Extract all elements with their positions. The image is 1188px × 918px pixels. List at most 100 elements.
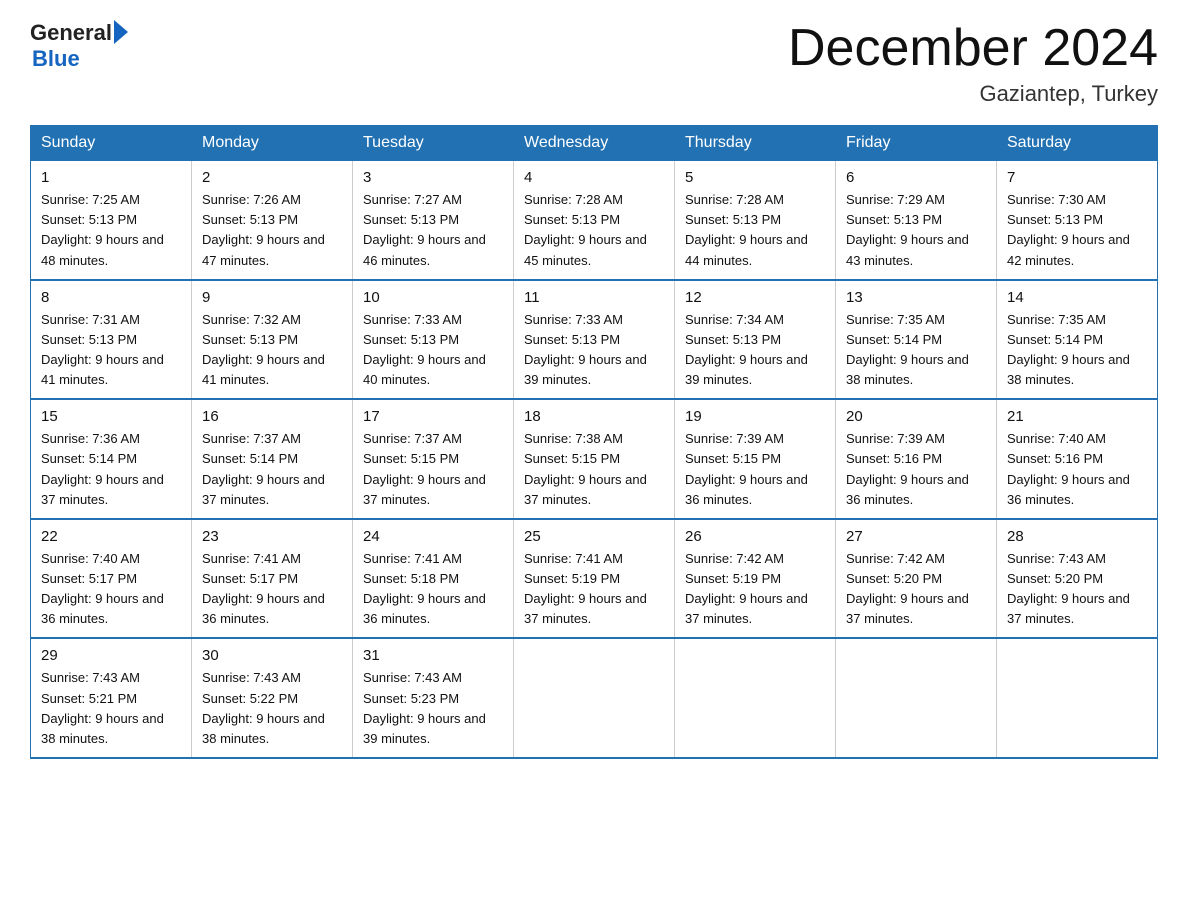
day-info: Sunrise: 7:35 AMSunset: 5:14 PMDaylight:… bbox=[1007, 310, 1147, 391]
calendar-week-row: 15Sunrise: 7:36 AMSunset: 5:14 PMDayligh… bbox=[31, 399, 1158, 519]
day-number: 24 bbox=[363, 528, 503, 545]
day-info: Sunrise: 7:40 AMSunset: 5:16 PMDaylight:… bbox=[1007, 429, 1147, 510]
calendar-cell: 21 Sunrise: 7:40 AMSunset: 5:16 PMDayligh… bbox=[997, 399, 1158, 519]
calendar-cell: 2 Sunrise: 7:26 AMSunset: 5:13 PMDaylight… bbox=[192, 161, 353, 280]
day-number: 6 bbox=[846, 169, 986, 186]
day-info: Sunrise: 7:25 AMSunset: 5:13 PMDaylight:… bbox=[41, 190, 181, 271]
day-info: Sunrise: 7:42 AMSunset: 5:19 PMDaylight:… bbox=[685, 549, 825, 630]
calendar-cell: 15Sunrise: 7:36 AMSunset: 5:14 PMDayligh… bbox=[31, 399, 192, 519]
day-number: 5 bbox=[685, 169, 825, 186]
day-number: 18 bbox=[524, 408, 664, 425]
header-saturday: Saturday bbox=[997, 126, 1158, 161]
day-number: 17 bbox=[363, 408, 503, 425]
day-number: 31 bbox=[363, 647, 503, 664]
day-number: 14 bbox=[1007, 289, 1147, 306]
day-number: 25 bbox=[524, 528, 664, 545]
calendar-cell: 6 Sunrise: 7:29 AMSunset: 5:13 PMDaylight… bbox=[836, 161, 997, 280]
day-info: Sunrise: 7:39 AMSunset: 5:16 PMDaylight:… bbox=[846, 429, 986, 510]
calendar-cell: 27Sunrise: 7:42 AMSunset: 5:20 PMDayligh… bbox=[836, 519, 997, 639]
day-number: 11 bbox=[524, 289, 664, 306]
day-number: 13 bbox=[846, 289, 986, 306]
day-number: 12 bbox=[685, 289, 825, 306]
day-number: 7 bbox=[1007, 169, 1147, 186]
header-thursday: Thursday bbox=[675, 126, 836, 161]
day-number: 9 bbox=[202, 289, 342, 306]
calendar-header-row: SundayMondayTuesdayWednesdayThursdayFrid… bbox=[31, 126, 1158, 161]
day-info: Sunrise: 7:33 AMSunset: 5:13 PMDaylight:… bbox=[524, 310, 664, 391]
day-number: 10 bbox=[363, 289, 503, 306]
day-number: 23 bbox=[202, 528, 342, 545]
calendar-cell bbox=[675, 638, 836, 758]
calendar-cell: 11 Sunrise: 7:33 AMSunset: 5:13 PMDayligh… bbox=[514, 280, 675, 400]
calendar-cell: 14 Sunrise: 7:35 AMSunset: 5:14 PMDayligh… bbox=[997, 280, 1158, 400]
day-info: Sunrise: 7:43 AMSunset: 5:20 PMDaylight:… bbox=[1007, 549, 1147, 630]
title-block: December 2024 Gaziantep, Turkey bbox=[788, 20, 1158, 107]
day-info: Sunrise: 7:31 AMSunset: 5:13 PMDaylight:… bbox=[41, 310, 181, 391]
header-sunday: Sunday bbox=[31, 126, 192, 161]
day-info: Sunrise: 7:33 AMSunset: 5:13 PMDaylight:… bbox=[363, 310, 503, 391]
calendar-cell: 7 Sunrise: 7:30 AMSunset: 5:13 PMDaylight… bbox=[997, 161, 1158, 280]
calendar-cell: 29 Sunrise: 7:43 AMSunset: 5:21 PMDayligh… bbox=[31, 638, 192, 758]
day-info: Sunrise: 7:34 AMSunset: 5:13 PMDaylight:… bbox=[685, 310, 825, 391]
logo-blue-text: Blue bbox=[32, 46, 80, 72]
day-info: Sunrise: 7:39 AMSunset: 5:15 PMDaylight:… bbox=[685, 429, 825, 510]
calendar-cell: 25Sunrise: 7:41 AMSunset: 5:19 PMDayligh… bbox=[514, 519, 675, 639]
day-info: Sunrise: 7:32 AMSunset: 5:13 PMDaylight:… bbox=[202, 310, 342, 391]
day-number: 19 bbox=[685, 408, 825, 425]
header-friday: Friday bbox=[836, 126, 997, 161]
calendar-cell: 10 Sunrise: 7:33 AMSunset: 5:13 PMDayligh… bbox=[353, 280, 514, 400]
day-info: Sunrise: 7:30 AMSunset: 5:13 PMDaylight:… bbox=[1007, 190, 1147, 271]
day-info: Sunrise: 7:43 AMSunset: 5:23 PMDaylight:… bbox=[363, 668, 503, 749]
day-number: 21 bbox=[1007, 408, 1147, 425]
header-tuesday: Tuesday bbox=[353, 126, 514, 161]
calendar-cell: 1Sunrise: 7:25 AMSunset: 5:13 PMDaylight… bbox=[31, 161, 192, 280]
subtitle: Gaziantep, Turkey bbox=[788, 81, 1158, 107]
calendar-cell: 3 Sunrise: 7:27 AMSunset: 5:13 PMDaylight… bbox=[353, 161, 514, 280]
calendar-table: SundayMondayTuesdayWednesdayThursdayFrid… bbox=[30, 125, 1158, 759]
calendar-week-row: 8 Sunrise: 7:31 AMSunset: 5:13 PMDaylight… bbox=[31, 280, 1158, 400]
calendar-cell bbox=[514, 638, 675, 758]
day-number: 4 bbox=[524, 169, 664, 186]
day-info: Sunrise: 7:29 AMSunset: 5:13 PMDaylight:… bbox=[846, 190, 986, 271]
day-info: Sunrise: 7:37 AMSunset: 5:15 PMDaylight:… bbox=[363, 429, 503, 510]
calendar-cell: 19 Sunrise: 7:39 AMSunset: 5:15 PMDayligh… bbox=[675, 399, 836, 519]
header-wednesday: Wednesday bbox=[514, 126, 675, 161]
day-number: 20 bbox=[846, 408, 986, 425]
calendar-cell: 28Sunrise: 7:43 AMSunset: 5:20 PMDayligh… bbox=[997, 519, 1158, 639]
calendar-week-row: 1Sunrise: 7:25 AMSunset: 5:13 PMDaylight… bbox=[31, 161, 1158, 280]
calendar-cell: 9 Sunrise: 7:32 AMSunset: 5:13 PMDaylight… bbox=[192, 280, 353, 400]
calendar-cell: 23 Sunrise: 7:41 AMSunset: 5:17 PMDayligh… bbox=[192, 519, 353, 639]
main-title: December 2024 bbox=[788, 20, 1158, 77]
day-info: Sunrise: 7:38 AMSunset: 5:15 PMDaylight:… bbox=[524, 429, 664, 510]
day-number: 2 bbox=[202, 169, 342, 186]
day-info: Sunrise: 7:43 AMSunset: 5:21 PMDaylight:… bbox=[41, 668, 181, 749]
day-number: 22 bbox=[41, 528, 181, 545]
day-info: Sunrise: 7:41 AMSunset: 5:17 PMDaylight:… bbox=[202, 549, 342, 630]
day-info: Sunrise: 7:40 AMSunset: 5:17 PMDaylight:… bbox=[41, 549, 181, 630]
calendar-cell: 16 Sunrise: 7:37 AMSunset: 5:14 PMDayligh… bbox=[192, 399, 353, 519]
calendar-cell: 18 Sunrise: 7:38 AMSunset: 5:15 PMDayligh… bbox=[514, 399, 675, 519]
day-info: Sunrise: 7:41 AMSunset: 5:18 PMDaylight:… bbox=[363, 549, 503, 630]
day-info: Sunrise: 7:27 AMSunset: 5:13 PMDaylight:… bbox=[363, 190, 503, 271]
day-info: Sunrise: 7:35 AMSunset: 5:14 PMDaylight:… bbox=[846, 310, 986, 391]
day-info: Sunrise: 7:28 AMSunset: 5:13 PMDaylight:… bbox=[685, 190, 825, 271]
day-info: Sunrise: 7:26 AMSunset: 5:13 PMDaylight:… bbox=[202, 190, 342, 271]
logo: General Blue bbox=[30, 20, 128, 72]
calendar-cell: 26Sunrise: 7:42 AMSunset: 5:19 PMDayligh… bbox=[675, 519, 836, 639]
day-number: 8 bbox=[41, 289, 181, 306]
calendar-cell: 12 Sunrise: 7:34 AMSunset: 5:13 PMDayligh… bbox=[675, 280, 836, 400]
calendar-cell: 5 Sunrise: 7:28 AMSunset: 5:13 PMDaylight… bbox=[675, 161, 836, 280]
calendar-cell: 22 Sunrise: 7:40 AMSunset: 5:17 PMDayligh… bbox=[31, 519, 192, 639]
day-number: 16 bbox=[202, 408, 342, 425]
day-info: Sunrise: 7:28 AMSunset: 5:13 PMDaylight:… bbox=[524, 190, 664, 271]
day-number: 15 bbox=[41, 408, 181, 425]
day-info: Sunrise: 7:43 AMSunset: 5:22 PMDaylight:… bbox=[202, 668, 342, 749]
calendar-cell bbox=[997, 638, 1158, 758]
calendar-cell: 30Sunrise: 7:43 AMSunset: 5:22 PMDayligh… bbox=[192, 638, 353, 758]
day-number: 29 bbox=[41, 647, 181, 664]
calendar-week-row: 29 Sunrise: 7:43 AMSunset: 5:21 PMDayligh… bbox=[31, 638, 1158, 758]
day-number: 27 bbox=[846, 528, 986, 545]
calendar-cell: 31 Sunrise: 7:43 AMSunset: 5:23 PMDayligh… bbox=[353, 638, 514, 758]
day-info: Sunrise: 7:37 AMSunset: 5:14 PMDaylight:… bbox=[202, 429, 342, 510]
day-number: 3 bbox=[363, 169, 503, 186]
